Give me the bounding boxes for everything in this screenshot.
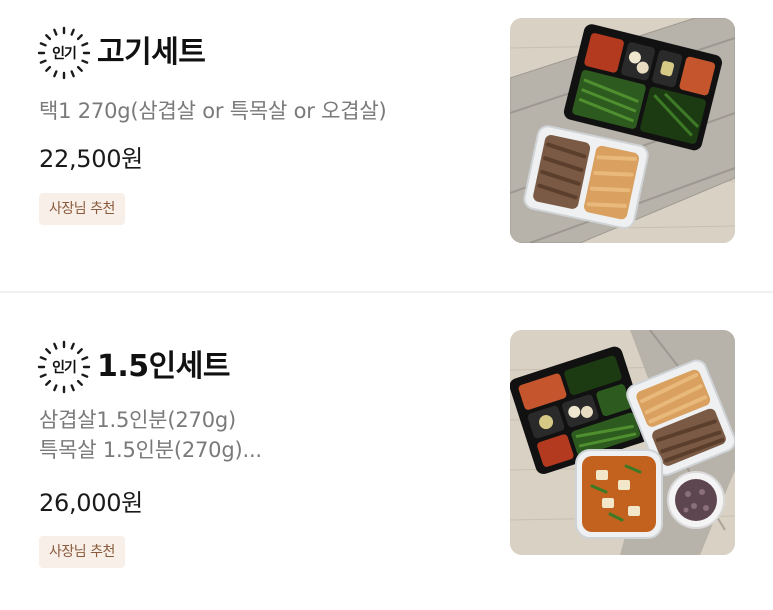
description-line: 택1 270g(삼겹살 or 특목살 or 오겹살) [39, 99, 387, 123]
popular-badge-label: 인기 [52, 360, 77, 376]
menu-item-one-and-half-set[interactable]: 인기 1.5인세트 삼겹살1.5인분(270g) 특목살 1.5인분(270g)… [0, 310, 773, 590]
section-divider [0, 291, 773, 293]
menu-item-description: 삼겹살1.5인분(270g) 특목살 1.5인분(270g)... [39, 405, 262, 465]
description-line: 특목살 1.5인분(270g)... [39, 438, 262, 462]
menu-item-price: 22,500원 [39, 145, 143, 173]
owner-recommend-tag: 사장님 추천 [39, 536, 125, 568]
popular-badge-icon: 인기 [37, 26, 91, 80]
menu-item-name: 고기세트 [97, 35, 206, 70]
popular-badge-icon: 인기 [37, 340, 91, 394]
description-line: 삼겹살1.5인분(270g) [39, 408, 236, 432]
menu-item-title-row: 인기 고기세트 [37, 26, 206, 80]
menu-list: 인기 고기세트 택1 270g(삼겹살 or 특목살 or 오겹살) 22,50… [0, 0, 773, 610]
popular-badge-label: 인기 [52, 46, 77, 62]
menu-item-title-row: 인기 1.5인세트 [37, 340, 230, 394]
menu-item-price: 26,000원 [39, 489, 143, 517]
menu-item-photo[interactable] [510, 18, 735, 243]
menu-item-name: 1.5인세트 [97, 349, 230, 384]
menu-item-description: 택1 270g(삼겹살 or 특목살 or 오겹살) [39, 96, 387, 126]
menu-item-photo[interactable] [510, 330, 735, 555]
menu-item-meat-set[interactable]: 인기 고기세트 택1 270g(삼겹살 or 특목살 or 오겹살) 22,50… [0, 0, 773, 280]
owner-recommend-tag: 사장님 추천 [39, 193, 125, 225]
